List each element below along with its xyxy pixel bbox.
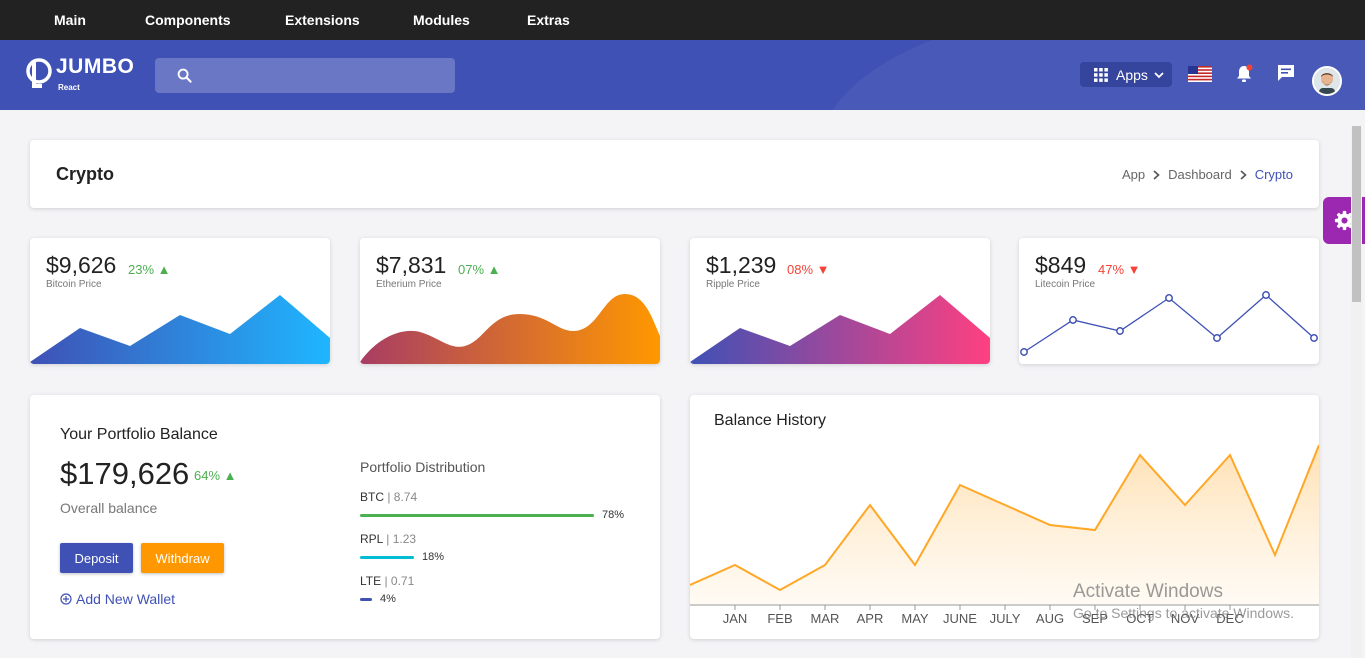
add-wallet-label: Add New Wallet bbox=[76, 591, 176, 607]
etherium-price: $7,831 bbox=[376, 252, 447, 278]
grid-icon bbox=[1094, 67, 1108, 82]
coin-btc-label: BTC | 8.74 bbox=[360, 490, 418, 504]
watermark-line1: Activate Windows bbox=[1073, 581, 1223, 602]
chevron-down-icon bbox=[1154, 71, 1164, 78]
logo-text: JUMBO bbox=[56, 55, 135, 78]
balance-history-title: Balance History bbox=[714, 412, 827, 429]
nav-components[interactable]: Components bbox=[145, 12, 231, 28]
withdraw-button[interactable]: Withdraw bbox=[141, 543, 224, 573]
bitcoin-price-card: $9,626 23% ▲ Bitcoin Price bbox=[30, 238, 330, 364]
coin-btc-percent: 78% bbox=[602, 509, 625, 521]
breadcrumb-app[interactable]: App bbox=[1122, 167, 1145, 182]
portfolio-title: Your Portfolio Balance bbox=[60, 426, 218, 443]
search-input[interactable] bbox=[155, 58, 455, 93]
litecoin-label: Litecoin Price bbox=[1035, 279, 1096, 290]
coin-rpl-bar bbox=[360, 556, 414, 559]
logo-subtext: React bbox=[58, 83, 80, 92]
search-icon bbox=[177, 68, 192, 83]
breadcrumb: App Dashboard Crypto bbox=[1122, 167, 1293, 182]
ripple-price-card: $1,239 08% ▼ Ripple Price bbox=[690, 238, 990, 364]
nav-extensions[interactable]: Extensions bbox=[285, 12, 360, 28]
portfolio-balance: $179,626 bbox=[60, 456, 190, 491]
app-header: JUMBO React Apps bbox=[0, 40, 1365, 110]
nav-extras[interactable]: Extras bbox=[527, 12, 570, 28]
deposit-button[interactable]: Deposit bbox=[60, 543, 133, 573]
apps-menu-button[interactable]: Apps bbox=[1080, 62, 1172, 87]
month-label: AUG bbox=[1035, 611, 1065, 626]
overall-balance-label: Overall balance bbox=[60, 500, 158, 516]
add-circle-icon bbox=[60, 593, 72, 605]
nav-main[interactable]: Main bbox=[54, 12, 86, 28]
month-label: APR bbox=[856, 611, 884, 626]
page-header-card: Crypto App Dashboard Crypto bbox=[30, 140, 1319, 208]
month-label: MAY bbox=[901, 611, 929, 626]
bell-icon[interactable] bbox=[1235, 64, 1253, 84]
coin-lte-percent: 4% bbox=[380, 593, 396, 605]
add-wallet-link[interactable]: Add New Wallet bbox=[60, 591, 175, 607]
chevron-right-icon bbox=[1240, 169, 1247, 180]
breadcrumb-crypto: Crypto bbox=[1254, 167, 1293, 182]
portfolio-balance-card: Your Portfolio Balance $179,626 64% ▲ Ov… bbox=[30, 395, 660, 639]
windows-activation-watermark: Activate Windows Go to Settings to activ… bbox=[1073, 581, 1294, 621]
month-label: MAR bbox=[810, 611, 840, 626]
litecoin-price: $849 bbox=[1035, 252, 1087, 278]
coin-lte-label: LTE | 0.71 bbox=[360, 574, 415, 588]
month-label: FEB bbox=[767, 611, 793, 626]
ripple-price: $1,239 bbox=[706, 252, 777, 278]
trend-up-icon: ▲ bbox=[157, 262, 171, 277]
ripple-change: 08% ▼ bbox=[787, 262, 830, 277]
trend-down-icon: ▼ bbox=[1127, 262, 1141, 277]
apps-label: Apps bbox=[1116, 66, 1148, 83]
trend-up-icon: ▲ bbox=[487, 262, 501, 277]
page-scrollbar[interactable] bbox=[1351, 126, 1362, 658]
trend-down-icon: ▼ bbox=[816, 262, 830, 277]
month-label: JUNE bbox=[943, 611, 977, 626]
ripple-label: Ripple Price bbox=[706, 279, 760, 290]
month-label: JAN bbox=[722, 611, 748, 626]
bitcoin-label: Bitcoin Price bbox=[46, 279, 102, 290]
top-navigation: Main Components Extensions Modules Extra… bbox=[0, 0, 1365, 40]
user-avatar-icon bbox=[1314, 68, 1340, 94]
message-icon[interactable] bbox=[1277, 64, 1295, 82]
etherium-change: 07% ▲ bbox=[458, 262, 501, 277]
nav-modules[interactable]: Modules bbox=[413, 12, 470, 28]
etherium-label: Etherium Price bbox=[376, 279, 442, 290]
scrollbar-thumb[interactable] bbox=[1352, 126, 1361, 302]
coin-lte-bar bbox=[360, 598, 372, 601]
trend-up-icon: ▲ bbox=[223, 468, 237, 483]
watermark-line2: Go to Settings to activate Windows. bbox=[1073, 605, 1294, 621]
distribution-title: Portfolio Distribution bbox=[360, 459, 486, 475]
litecoin-change: 47% ▼ bbox=[1098, 262, 1141, 277]
etherium-price-card: $7,831 07% ▲ Etherium Price bbox=[360, 238, 660, 364]
coin-rpl-percent: 18% bbox=[422, 551, 445, 563]
avatar[interactable] bbox=[1312, 66, 1342, 96]
breadcrumb-dashboard[interactable]: Dashboard bbox=[1168, 167, 1232, 182]
us-flag-icon[interactable] bbox=[1188, 66, 1212, 82]
logo[interactable]: JUMBO React bbox=[24, 55, 135, 92]
bitcoin-change: 23% ▲ bbox=[128, 262, 171, 277]
chevron-right-icon bbox=[1153, 169, 1160, 180]
logo-mark-icon bbox=[26, 58, 52, 88]
page-title: Crypto bbox=[56, 164, 114, 184]
month-label: JULY bbox=[989, 611, 1021, 626]
litecoin-price-card: $849 47% ▼ Litecoin Price bbox=[1019, 238, 1319, 364]
bitcoin-price: $9,626 bbox=[46, 252, 117, 278]
coin-rpl-label: RPL | 1.23 bbox=[360, 532, 417, 546]
coin-btc-bar bbox=[360, 514, 594, 517]
portfolio-change: 64% ▲ bbox=[194, 468, 237, 483]
